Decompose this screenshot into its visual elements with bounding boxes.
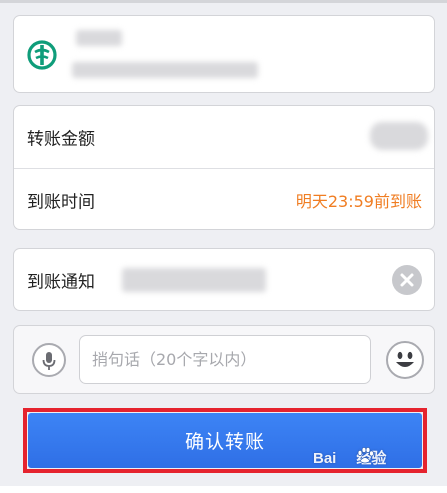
notify-phone-blurred[interactable] xyxy=(122,268,266,292)
bank-name-blurred xyxy=(76,30,122,46)
arrival-time-value: 明天23:59前到账 xyxy=(295,192,422,211)
watermark-brand: Bai xyxy=(313,450,337,467)
bank-card-selector[interactable] xyxy=(13,15,435,93)
paw-icon xyxy=(357,447,374,464)
watermark-text: Bai 经验 xyxy=(313,447,386,468)
amount-value-blurred xyxy=(370,122,428,150)
transfer-page: 转账金额 到账时间 明天23:59前到账 到账通知 捎句话（20个字以内） 确认… xyxy=(0,0,447,493)
transfer-info-card: 转账金额 到账时间 明天23:59前到账 xyxy=(13,105,435,230)
memo-card xyxy=(13,325,435,394)
emoji-icon xyxy=(396,351,414,367)
clear-notify-button[interactable] xyxy=(392,265,422,295)
microphone-icon xyxy=(42,352,56,370)
clear-icon xyxy=(400,273,414,287)
baidu-jingyan-watermark: Bai 经验 xyxy=(313,447,433,473)
memo-input[interactable] xyxy=(79,335,371,384)
notify-label: 到账通知 xyxy=(27,272,95,292)
amount-label: 转账金额 xyxy=(27,129,95,150)
voice-input-button[interactable] xyxy=(32,343,66,377)
arrival-time-label: 到账时间 xyxy=(27,192,95,213)
notify-card: 到账通知 xyxy=(13,248,435,311)
amount-row[interactable]: 转账金额 xyxy=(14,106,434,168)
top-edge xyxy=(0,0,447,3)
arrival-time-row[interactable]: 到账时间 明天23:59前到账 xyxy=(14,169,434,231)
emoji-button[interactable] xyxy=(386,341,424,379)
bottom-strip xyxy=(0,486,447,493)
bank-logo-icon xyxy=(27,40,57,70)
card-number-blurred xyxy=(72,62,258,78)
